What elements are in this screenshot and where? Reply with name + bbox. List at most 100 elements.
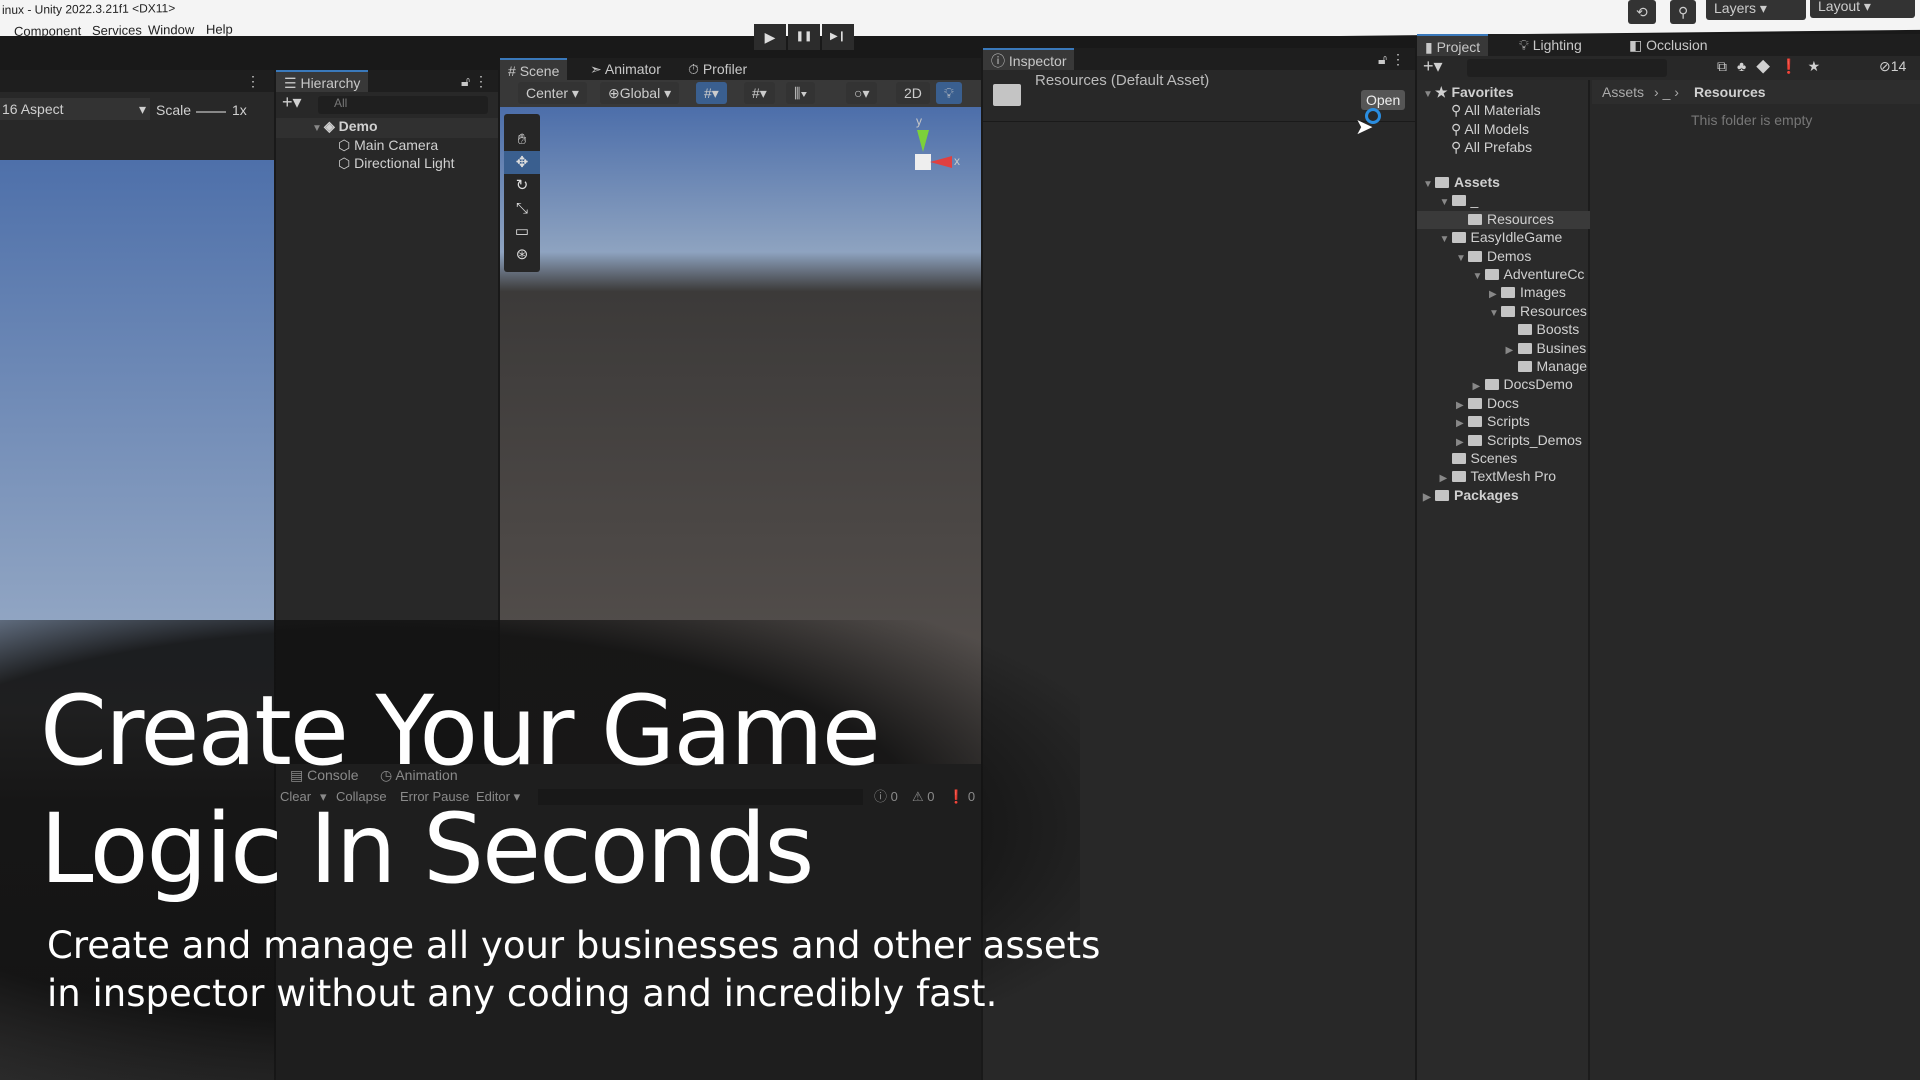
- warning-count[interactable]: ⚠ 0: [912, 786, 935, 808]
- tab-profiler[interactable]: ⏱ Profiler: [680, 58, 755, 80]
- tab-hierarchy[interactable]: ☰ Hierarchy: [276, 70, 369, 92]
- tab-inspector[interactable]: ⓘ Inspector: [983, 48, 1075, 70]
- scene-view[interactable]: [500, 107, 981, 766]
- tab-animator[interactable]: ➣ Animator: [582, 58, 669, 80]
- collapse-button[interactable]: Collapse: [336, 786, 387, 808]
- expand-arrow-icon[interactable]: ▶: [1456, 400, 1468, 411]
- expand-arrow-icon[interactable]: ▶: [1423, 492, 1435, 503]
- tab-animation[interactable]: ◷ Animation: [372, 764, 466, 786]
- log-count[interactable]: ⓘ 0: [874, 786, 898, 808]
- error-pause-button[interactable]: Error Pause: [400, 786, 469, 808]
- hierarchy-search-input[interactable]: All: [318, 96, 488, 114]
- scale-tool-icon[interactable]: ⤡: [504, 197, 540, 220]
- expand-arrow-icon[interactable]: ▶: [1506, 345, 1518, 356]
- expand-arrow-icon[interactable]: ▶: [1440, 473, 1452, 484]
- step-button[interactable]: ▶❙: [822, 24, 854, 50]
- tab-lighting[interactable]: 💡︎ Lighting: [1511, 34, 1590, 56]
- add-button[interactable]: +▾: [282, 92, 302, 113]
- pause-button[interactable]: ❚❚: [788, 24, 820, 50]
- tab-console[interactable]: ▤ Console: [282, 764, 367, 786]
- lighting-icon[interactable]: 💡︎: [936, 82, 962, 104]
- folder-item[interactable]: Scenes: [1417, 450, 1590, 468]
- expand-arrow-icon[interactable]: ▼: [1489, 308, 1501, 319]
- folder-item[interactable]: Manage: [1417, 358, 1590, 376]
- move-tool-icon[interactable]: ✥: [504, 151, 540, 174]
- space-dropdown[interactable]: ⊕Global ▾: [600, 82, 680, 104]
- expand-arrow-icon[interactable]: ▶: [1456, 418, 1468, 429]
- hand-tool-icon[interactable]: ✋︎: [504, 128, 540, 151]
- favorite-item[interactable]: ⚲ All Materials: [1451, 102, 1541, 119]
- folder-item[interactable]: ▼ Resources: [1417, 303, 1590, 321]
- folder-item[interactable]: ▶ Scripts: [1417, 413, 1590, 431]
- folder-item[interactable]: ▶ Busines: [1417, 340, 1590, 358]
- folder-item[interactable]: ▼ EasyIdleGame: [1417, 229, 1590, 247]
- search-icon[interactable]: ⚲: [1670, 0, 1697, 24]
- folder-item[interactable]: Boosts: [1417, 321, 1590, 339]
- expand-arrow-icon[interactable]: ▼: [1440, 234, 1452, 245]
- aspect-dropdown[interactable]: 16 Aspect ▾: [0, 98, 150, 120]
- folder-item[interactable]: ▶ Scripts_Demos: [1417, 432, 1590, 450]
- folder-icon: [1517, 361, 1532, 372]
- scale-slider[interactable]: [196, 111, 226, 113]
- folder-item[interactable]: ▼ Demos: [1417, 248, 1590, 266]
- breadcrumb-underscore[interactable]: › _ ›: [1654, 84, 1679, 100]
- grid-snap-icon[interactable]: #▾: [696, 82, 727, 104]
- folder-item[interactable]: ▶ Packages: [1417, 487, 1590, 505]
- project-search-input[interactable]: [1467, 59, 1667, 77]
- favorite-item[interactable]: ⚲ All Prefabs: [1451, 139, 1532, 156]
- breadcrumb-assets[interactable]: Assets: [1602, 84, 1644, 100]
- tab-occlusion[interactable]: ◧ Occlusion: [1621, 34, 1716, 56]
- favorites-header[interactable]: ▼ ★ Favorites: [1423, 84, 1514, 101]
- folder-item[interactable]: ▶ Docs: [1417, 395, 1590, 413]
- tab-scene[interactable]: # Scene: [500, 58, 568, 80]
- pivot-dropdown[interactable]: Center ▾: [518, 82, 587, 104]
- tab-project[interactable]: ▮ Project: [1417, 34, 1489, 56]
- folder-item[interactable]: ▶ DocsDemo: [1417, 376, 1590, 394]
- folder-item[interactable]: ▶ TextMesh Pro: [1417, 468, 1590, 486]
- folder-item[interactable]: Resources: [1417, 210, 1590, 229]
- menu-help[interactable]: Help: [206, 22, 233, 37]
- play-button[interactable]: ▶: [754, 24, 786, 50]
- folder-item[interactable]: ▼ AdventureCc: [1417, 266, 1590, 284]
- expand-arrow-icon[interactable]: ▼: [1423, 179, 1435, 190]
- more-icon[interactable]: ⋮: [238, 70, 268, 92]
- expand-arrow-icon[interactable]: ▼: [1473, 271, 1485, 282]
- scene-gizmo[interactable]: y x: [890, 114, 960, 194]
- 2d-toggle[interactable]: 2D: [896, 82, 930, 104]
- expand-arrow-icon[interactable]: ▶: [1489, 289, 1501, 300]
- create-button[interactable]: +▾: [1423, 56, 1443, 77]
- increment-snap-icon[interactable]: ⫼▾: [786, 82, 816, 104]
- scene-root[interactable]: ▼ ◈ Demo: [276, 118, 498, 138]
- clear-options-icon[interactable]: ▾: [320, 786, 327, 808]
- layers-dropdown[interactable]: Layers ▾: [1706, 0, 1806, 20]
- favorites-label: Favorites: [1451, 84, 1514, 100]
- rect-tool-icon[interactable]: ▭: [504, 220, 540, 243]
- history-icon[interactable]: ⟲: [1628, 0, 1656, 24]
- rotate-tool-icon[interactable]: ↻: [504, 174, 540, 197]
- draw-mode-icon[interactable]: ○▾: [846, 82, 878, 104]
- lock-icon[interactable]: 🔓︎ ⋮: [453, 70, 496, 92]
- clear-button[interactable]: Clear: [280, 786, 311, 808]
- expand-arrow-icon[interactable]: ▼: [1456, 253, 1468, 264]
- editor-dropdown[interactable]: Editor ▾: [476, 786, 520, 808]
- folder-item[interactable]: ▼ _: [1417, 192, 1590, 210]
- error-count[interactable]: ❗ 0: [948, 786, 975, 808]
- expand-arrow-icon[interactable]: ▶: [1456, 437, 1468, 448]
- breadcrumb-resources[interactable]: Resources: [1694, 84, 1766, 100]
- game-view[interactable]: [0, 160, 274, 1080]
- hierarchy-item[interactable]: ⬡ Directional Light: [338, 155, 455, 172]
- hidden-packages-count[interactable]: ⊘14: [1879, 58, 1906, 75]
- folder-item[interactable]: ▼ Assets: [1417, 174, 1590, 192]
- filter-icons[interactable]: ⧉♣◆❗★: [1717, 58, 1830, 75]
- expand-arrow-icon[interactable]: ▼: [1440, 197, 1452, 208]
- expand-arrow-icon[interactable]: ▶: [1473, 381, 1485, 392]
- console-search-input[interactable]: [538, 789, 863, 805]
- lock-icon[interactable]: 🔓︎ ⋮: [1370, 48, 1413, 70]
- hierarchy-item[interactable]: ⬡ Main Camera: [338, 137, 438, 154]
- grid-icon[interactable]: #▾: [744, 82, 775, 104]
- layout-dropdown[interactable]: Layout ▾: [1810, 0, 1915, 18]
- favorite-item[interactable]: ⚲ All Models: [1451, 121, 1529, 138]
- folder-item[interactable]: ▶ Images: [1417, 284, 1590, 302]
- transform-tool-icon[interactable]: ⊛: [504, 243, 540, 266]
- open-button[interactable]: Open: [1361, 90, 1406, 110]
